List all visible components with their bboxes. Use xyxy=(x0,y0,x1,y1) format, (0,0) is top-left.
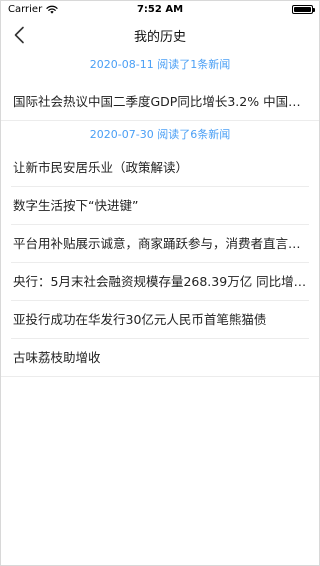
battery-icon xyxy=(292,5,315,14)
history-list: 2020-08-11 阅读了1条新闻 国际社会热议中国二季度GDP同比增长3.2… xyxy=(1,51,319,377)
history-news-item[interactable]: 国际社会热议中国二季度GDP同比增长3.2% 中国经济将… xyxy=(1,83,319,121)
page-title: 我的历史 xyxy=(133,30,186,45)
history-news-item[interactable]: 数字生活按下“快进键” xyxy=(1,187,319,225)
history-news-item[interactable]: 亚投行成功在华发行30亿元人民币首笔熊猫债 xyxy=(1,301,319,339)
status-right xyxy=(292,5,315,14)
history-news-item[interactable]: 平台用补贴展示诚意，商家踊跃参与，消费者直言套路… xyxy=(1,225,319,263)
date-header: 2020-08-11 阅读了1条新闻 xyxy=(89,58,231,71)
history-news-item[interactable]: 央行：5月末社会融资规模存量268.39万亿 同比增长… xyxy=(1,263,319,301)
history-news-item[interactable]: 让新市民安居乐业（政策解读） xyxy=(1,149,319,187)
battery-fill xyxy=(294,7,311,12)
battery-cap xyxy=(313,8,315,12)
status-time: 7:52 AM xyxy=(136,4,184,15)
date-header: 2020-07-30 阅读了6条新闻 xyxy=(89,128,231,141)
status-bar: Carrier 7:52 AM xyxy=(1,1,319,19)
phone-screen: Carrier 7:52 AM 我的历史 2020-08-11 阅读了1条新闻 … xyxy=(0,0,320,566)
navigation-bar: 我的历史 xyxy=(1,19,319,51)
history-news-item[interactable]: 古味荔枝助增收 xyxy=(1,339,319,377)
